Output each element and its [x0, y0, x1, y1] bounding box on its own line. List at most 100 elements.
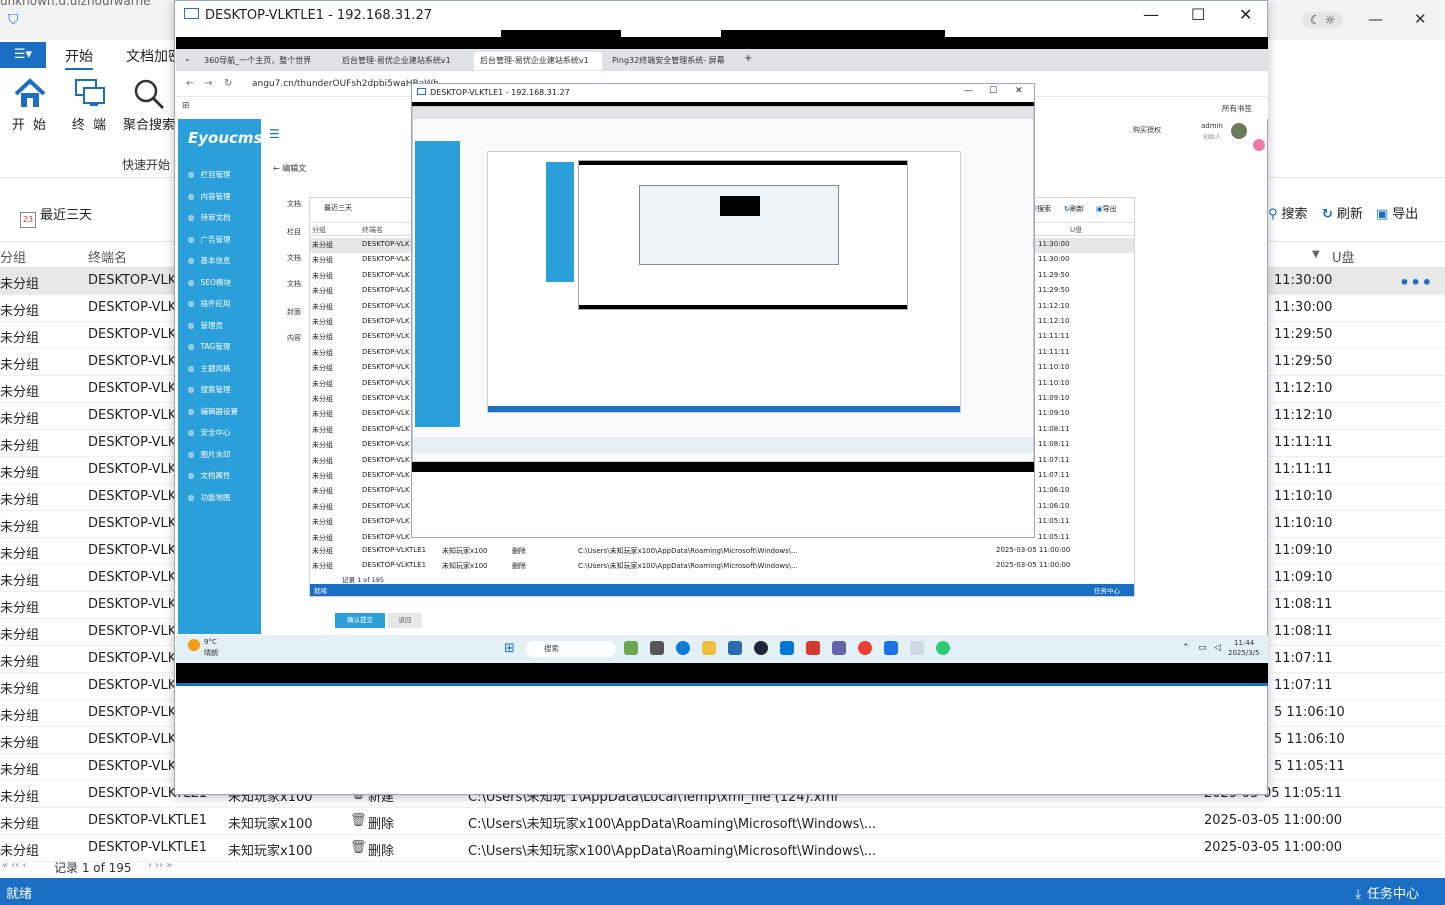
apps-grid-icon[interactable]: ⊞ — [182, 101, 190, 111]
ribbon-start-button[interactable]: 开 始 — [0, 76, 60, 133]
volume-icon[interactable]: ◁ — [1214, 643, 1221, 653]
network-icon[interactable]: ▭ — [1198, 643, 1207, 653]
folder-icon[interactable] — [702, 641, 716, 655]
chevron-down-icon[interactable]: ▼ — [1312, 249, 1320, 260]
cell-terminal: DESKTOP-VLKT — [88, 408, 184, 423]
more-icon[interactable]: ••• — [1399, 273, 1433, 292]
ribbon-search-button[interactable]: 聚合搜索 — [118, 76, 180, 133]
remote-titlebar[interactable]: DESKTOP-VLKTLE1 - 192.168.31.27 — ☐ ✕ — [175, 1, 1267, 31]
taskbar-time: 11:44 — [1234, 639, 1255, 647]
back-arrow-icon[interactable]: ← — [186, 78, 194, 89]
nested-minimize[interactable]: — — [964, 86, 973, 96]
app-icon-1[interactable] — [624, 641, 638, 655]
cell-user: 未知玩家x100 — [442, 547, 488, 555]
cms-menu-item[interactable]: ◍ 广告管理 — [188, 234, 231, 245]
browser-tab-4[interactable]: Ping32终端安全管理系统- 屏幕 — [606, 52, 736, 70]
cms-menu-item[interactable]: ◍ 基本信息 — [188, 255, 231, 266]
cms-menu-item[interactable]: ◍ 主题风格 — [188, 363, 231, 374]
cms-menu-item[interactable]: ◍ TAG管理 — [188, 341, 230, 352]
reload-icon[interactable]: ↻ — [224, 78, 232, 89]
cms-menu-item[interactable]: ◍ 文档属性 — [188, 470, 231, 481]
admin-name[interactable]: admin — [1201, 122, 1223, 130]
edge-icon[interactable] — [676, 641, 690, 655]
cms-menu-item[interactable]: ◍ 安全中心 — [188, 427, 231, 438]
cms-menu-item[interactable]: ◍ 图片水印 — [188, 449, 231, 460]
cell-group: 未分组 — [0, 493, 40, 508]
cms-menu-item[interactable]: ◍ 待审文档 — [188, 212, 231, 223]
col-group[interactable]: 分组 — [0, 247, 26, 266]
cms-menu-item[interactable]: ◍ 功能地图 — [188, 492, 231, 503]
new-tab-button[interactable]: + — [744, 53, 752, 64]
cell-time: 11:11:11 — [1274, 435, 1333, 450]
cell-path: C:\Users\未知玩家x100\AppData\Roaming\Micros… — [578, 562, 798, 571]
buy-license-link[interactable]: 购买授权 — [1133, 125, 1161, 135]
back-button[interactable]: 返回 — [388, 613, 422, 628]
browser-tab-2[interactable]: 后台管理-易优企业建站系统v1 — [336, 52, 470, 70]
nested-table-row[interactable]: 未分组 DESKTOP-VLKTLE1 未知玩家x100 删除 C:\Users\未知玩… — [310, 559, 1134, 574]
chrome-icon[interactable] — [858, 641, 872, 655]
cms-menu-item[interactable]: ◍ 搜索管理 — [188, 384, 231, 395]
nested-table-row[interactable]: 未分组 DESKTOP-VLKTLE1 未知玩家x100 删除 C:\Users\未知玩… — [310, 544, 1134, 559]
remote-maximize-button[interactable]: ☐ — [1191, 5, 1205, 24]
app-icon-shield[interactable] — [910, 641, 924, 655]
remote-close-button[interactable]: ✕ — [1239, 5, 1252, 24]
nested-maximize[interactable]: ☐ — [989, 86, 997, 96]
app-icon-green[interactable] — [936, 641, 950, 655]
cms-menu-label: 图片水印 — [200, 449, 231, 459]
cell-group: 未分组 — [0, 520, 40, 535]
wps-icon[interactable] — [806, 641, 820, 655]
tab-start[interactable]: 开始 — [65, 46, 93, 70]
theme-toggle[interactable]: ☾ ☼ — [1302, 12, 1344, 28]
nested-close[interactable]: ✕ — [1015, 86, 1023, 96]
cell-group: 未分组 — [312, 562, 333, 571]
task-center-button[interactable]: ⤓ 任务中心 — [1355, 883, 1419, 902]
submit-button[interactable]: 确认提交 — [335, 613, 385, 628]
nested-date-filter[interactable]: 最近三天 — [324, 203, 352, 213]
ribbon-search-label: 聚合搜索 — [122, 118, 175, 133]
nested-remote-window[interactable]: DESKTOP-VLKTLE1 - 192.168.31.27 — ☐ ✕ — [411, 83, 1035, 538]
all-bookmarks[interactable]: 所有书签 — [1222, 103, 1252, 114]
outlook-icon[interactable] — [780, 641, 794, 655]
windows-start-icon[interactable]: ⊞ — [504, 641, 515, 656]
hamburger-icon[interactable]: ☰ — [269, 127, 280, 141]
bg-minimize-button[interactable]: — — [1368, 10, 1383, 28]
tray-chevron-icon[interactable]: ⌃ — [1182, 643, 1190, 653]
store-icon[interactable] — [728, 641, 742, 655]
cell-time: 11:10:10 — [1274, 516, 1333, 531]
cms-menu-item[interactable]: ◍ 栏目管理 — [188, 169, 231, 180]
refresh-button[interactable]: ↻ 刷新 — [1322, 203, 1363, 222]
cms-menu-item[interactable]: ◍ 内容管理 — [188, 191, 231, 202]
remote-minimize-button[interactable]: — — [1143, 5, 1159, 24]
app-icon-2[interactable] — [650, 641, 664, 655]
date-filter[interactable]: 23 最近三天 — [20, 204, 92, 228]
pager-prev[interactable]: « ‹‹ ‹ — [2, 860, 26, 871]
taskbar-search[interactable]: 搜索 — [526, 641, 616, 657]
app-icon-blue[interactable] — [884, 641, 898, 655]
cms-menu-item[interactable]: ◍ 编辑器设置 — [188, 406, 238, 417]
main-menu-button[interactable]: ☰▾ — [0, 42, 46, 68]
ribbon-terminal-button[interactable]: 终 端 — [60, 76, 120, 133]
table-row[interactable]: 未分组 DESKTOP-VLKTLE1 未知玩家x100 🗑 删除 C:\Users\未知… — [0, 808, 1445, 835]
cms-back-link[interactable]: ← 编辑文 — [273, 163, 306, 174]
chevron-down-icon[interactable]: ⌄ — [184, 54, 191, 63]
nested-export[interactable]: ▣导出 — [1096, 204, 1117, 214]
search-button[interactable]: ⚲ 搜索 — [1268, 203, 1308, 222]
steam-icon[interactable] — [754, 641, 768, 655]
bg-close-button[interactable]: ✕ — [1414, 10, 1427, 28]
col-usb[interactable]: U盘 — [1332, 247, 1355, 266]
cms-menu-item[interactable]: ◍ 管理员 — [188, 320, 223, 331]
browser-tab-3[interactable]: 后台管理-易优企业建站系统v1 — [474, 52, 602, 70]
remote-black-bar-2 — [721, 30, 945, 38]
browser-tab-1[interactable]: 360导航_一个主页，整个世界 — [198, 52, 334, 70]
export-button[interactable]: ▣ 导出 — [1376, 203, 1418, 222]
col-terminal[interactable]: 终端名 — [88, 247, 127, 266]
forward-arrow-icon[interactable]: → — [204, 78, 212, 89]
cms-menu-item[interactable]: ◍ SEO模块 — [188, 277, 231, 288]
avatar[interactable] — [1231, 123, 1247, 139]
floating-badge[interactable] — [1253, 139, 1265, 151]
teams-icon[interactable] — [832, 641, 846, 655]
pager-next[interactable]: › ›› » — [148, 860, 172, 871]
remote-desktop-window[interactable]: DESKTOP-VLKTLE1 - 192.168.31.27 — ☐ ✕ ⌄ … — [174, 0, 1268, 795]
nested-refresh[interactable]: ↻刷新 — [1064, 204, 1084, 214]
cms-menu-item[interactable]: ◍ 插件应用 — [188, 298, 231, 309]
